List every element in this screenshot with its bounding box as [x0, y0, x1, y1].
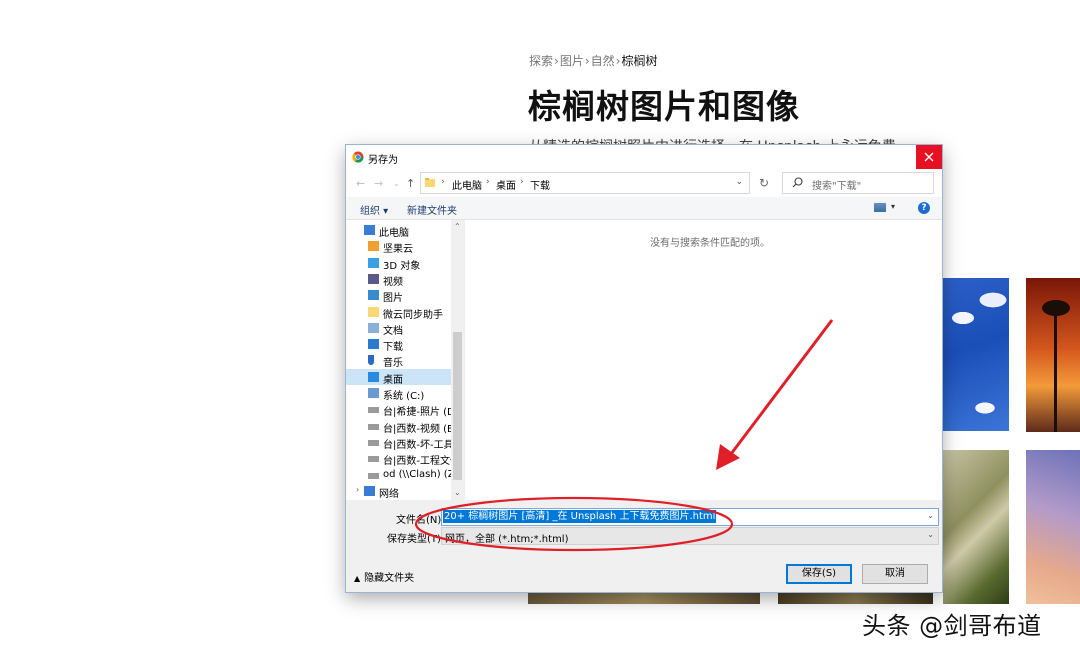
- annotation-overlay: [414, 319, 834, 552]
- watermark: 头条 @剑哥布道: [862, 612, 1042, 640]
- annotation-arrow-line: [726, 319, 834, 459]
- annotation-ellipse: [414, 496, 734, 552]
